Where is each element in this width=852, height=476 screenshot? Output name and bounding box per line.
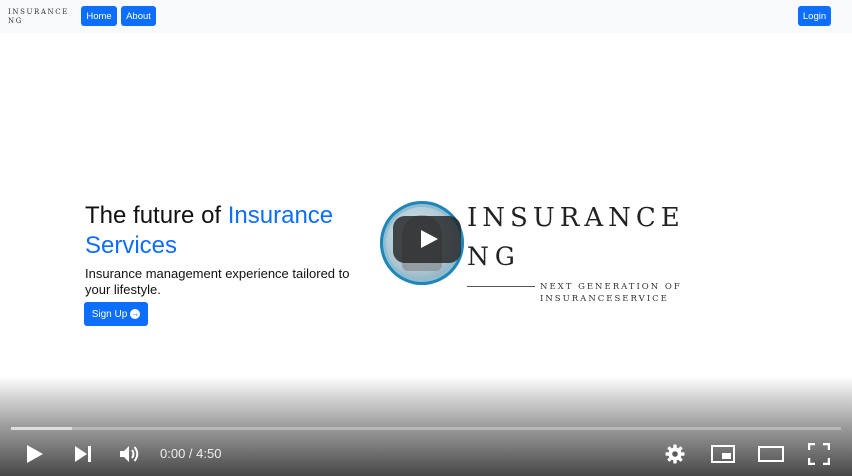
logo-word-insurance: INSURANCE xyxy=(467,203,685,233)
miniplayer-button[interactable] xyxy=(707,438,739,470)
brand-line-1: INSURANCE xyxy=(8,8,69,16)
home-button[interactable]: Home xyxy=(81,6,117,26)
play-icon xyxy=(27,445,43,463)
theater-mode-icon xyxy=(758,446,784,462)
settings-button[interactable] xyxy=(660,438,690,470)
brand-line-2: NG xyxy=(8,17,23,25)
hero-subtitle: Insurance management experience tailored… xyxy=(85,266,350,297)
large-play-button[interactable] xyxy=(393,216,461,263)
next-icon xyxy=(75,446,91,462)
sign-up-button[interactable]: Sign Up → xyxy=(84,302,148,326)
volume-icon xyxy=(120,446,139,462)
login-button[interactable]: Login xyxy=(798,6,831,26)
progress-bar[interactable] xyxy=(11,427,841,430)
miniplayer-icon xyxy=(711,445,735,463)
hero-title-prefix: The future of xyxy=(85,202,228,229)
hero-title: The future of Insurance Services xyxy=(85,201,375,261)
settings-icon xyxy=(665,444,685,464)
time-display: 0:00 / 4:50 xyxy=(160,446,222,461)
about-button[interactable]: About xyxy=(121,6,156,26)
logo-tagline-line-1: NEXT GENERATION OF xyxy=(540,282,682,292)
arrow-right-circle-icon: → xyxy=(130,309,141,319)
logo-tagline-line-2: INSURANCESERVICE xyxy=(540,294,669,304)
theater-mode-button[interactable] xyxy=(755,438,787,470)
play-button[interactable] xyxy=(20,438,50,470)
logo-tagline: NEXT GENERATION OF INSURANCESERVICE xyxy=(540,281,700,305)
sign-up-label: Sign Up xyxy=(91,308,128,320)
progress-buffered xyxy=(11,427,72,430)
logo-word-ng: NG xyxy=(467,242,521,271)
next-button[interactable] xyxy=(68,438,98,470)
brand-logo[interactable]: INSURANCE NG xyxy=(8,8,72,26)
logo-divider xyxy=(467,286,535,287)
fullscreen-button[interactable] xyxy=(803,438,835,470)
top-navbar: INSURANCE NG Home About Login xyxy=(0,0,852,33)
volume-button[interactable] xyxy=(115,438,145,470)
play-icon xyxy=(421,230,438,248)
fullscreen-icon xyxy=(808,443,830,465)
